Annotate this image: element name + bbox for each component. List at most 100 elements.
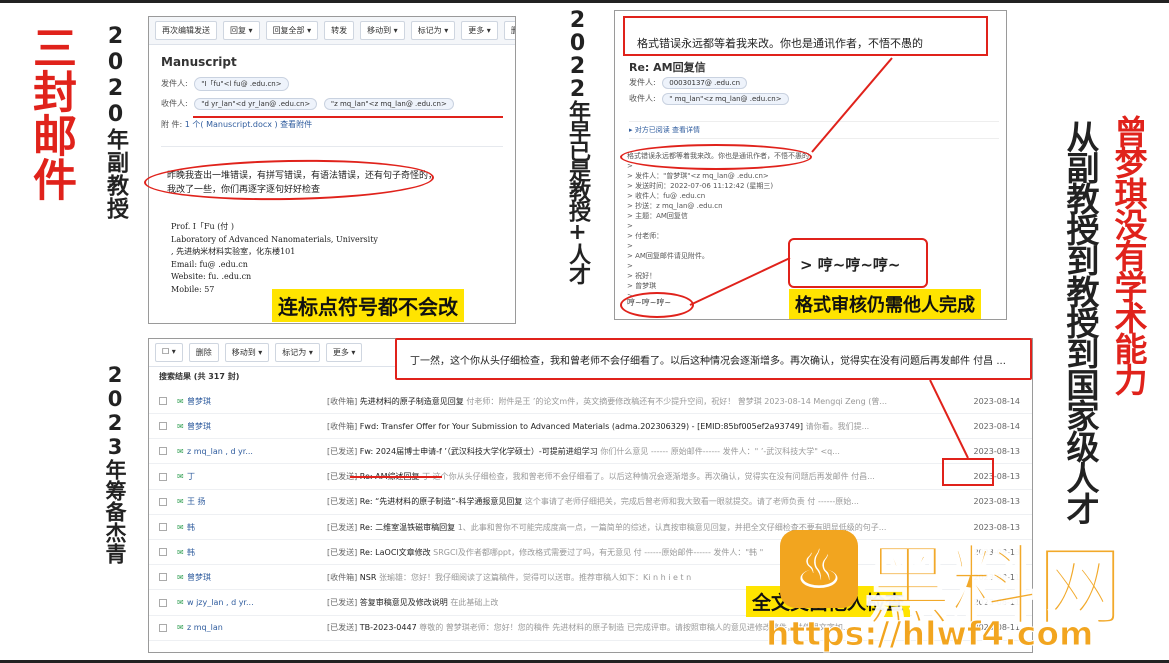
quote-line: > <box>627 242 633 250</box>
email-1-subject: Manuscript <box>161 55 237 69</box>
email-3-date-highlight <box>942 458 994 486</box>
right-black-caption: 从副教授到教授到国家级人才 <box>1056 120 1104 523</box>
email-2-callout-text: > 哼~哼~哼~ <box>800 256 901 274</box>
row-checkbox[interactable] <box>159 573 167 582</box>
email1-toolbar-button[interactable]: 再次编辑发送 <box>155 21 217 40</box>
email3-toolbar-button[interactable]: ☐ ▾ <box>155 343 183 362</box>
quote-line: > 祝好！ <box>627 272 657 280</box>
email3-toolbar-button[interactable]: 标记为 ▾ <box>275 343 320 362</box>
label-2020-text: 2020年副教授 <box>103 24 128 220</box>
email-1-to-chip-1[interactable]: "d yr_lan"<d yr_lan@ .edu.cn> <box>194 98 318 110</box>
left-title-text: 三封邮件 <box>25 25 76 201</box>
row-preview: 张瑜雄：您好！我仔细阅读了这篇稿件，觉得可以送审。推荐审稿人如下：Ki n h … <box>378 572 692 582</box>
watermark-logo-icon: ♨ <box>780 530 858 608</box>
email3-toolbar-button[interactable]: 更多 ▾ <box>325 343 363 362</box>
signature-line: Laboratory of Advanced Nanomaterials, Un… <box>171 234 378 244</box>
quote-line: > 收件人：fu@ .edu.cn <box>627 192 706 200</box>
row-subject-text: Re: LaOCl文章修改 <box>359 547 431 557</box>
row-preview: 你们什么意见 ------ 原始邮件------ 发件人：" ’-武汉科技大学"… <box>600 446 840 456</box>
table-row[interactable]: ✉ z mq_lan , d yr... [已发送] Fw: 2024届博士申请-f… <box>149 439 1032 465</box>
row-subject: [收件箱] Fwd: Transfer Offer for Your Submi… <box>327 421 962 432</box>
row-subject-text: 先进材料的原子制造意见回复 <box>359 396 464 406</box>
email-1-to-row: 收件人: "d yr_lan"<d yr_lan@ .edu.cn> "z mq… <box>149 93 515 115</box>
row-folder: [已发送] <box>327 547 358 557</box>
row-from: 韩 <box>187 547 195 557</box>
mail-icon: ✉ <box>177 623 184 633</box>
email-1-from-label: 发件人: <box>161 79 188 88</box>
table-row[interactable]: ✉ 曾梦琪 [收件箱] 先进材料的原子制造意见回复 付老师：附件是王 ’的论文m件，… <box>149 389 1032 414</box>
email3-toolbar-button[interactable]: 删除 <box>188 343 219 362</box>
row-checkbox[interactable] <box>159 422 167 431</box>
row-subject: [已发送] Fw: 2024届博士申请-f ’（武汉科技大学化学硕士）-可提前进… <box>327 446 962 457</box>
mail-icon: ✉ <box>177 598 184 608</box>
row-checkbox[interactable] <box>159 397 167 405</box>
row-from: w jzy_lan , d yr... <box>187 598 254 608</box>
row-subject-text: 答复审稿意见及修改说明 <box>359 598 448 608</box>
row-date: 2023-08-13 <box>973 446 1021 456</box>
quote-line: > AM回复邮件请见附件。 <box>627 252 709 260</box>
email-1-to-chip-2[interactable]: "z mq_lan"<z mq_lan@ .edu.cn> <box>323 98 454 110</box>
table-row[interactable]: ✉ 曾梦琪 [收件箱] Fwd: Transfer Offer for Your S… <box>149 414 1032 440</box>
row-date: 2023-08-14 <box>973 396 1021 406</box>
row-checkbox[interactable] <box>159 472 167 481</box>
signature-line: Email: fu@ .edu.cn <box>171 259 248 269</box>
row-from: z mq_lan <box>187 623 223 633</box>
row-folder: [已发送] <box>327 446 358 456</box>
signature-line: , 先进纳米材料实验室，化东楼101 <box>171 247 296 256</box>
row-subject: [收件箱] 先进材料的原子制造意见回复 付老师：附件是王 ’的论文m件，英文摘要… <box>327 396 962 407</box>
email1-toolbar-button[interactable]: 移动到 ▾ <box>360 21 405 40</box>
row-subject-text: Re: “先进材料的原子制造”-科学通报意见回复 <box>359 497 523 507</box>
email-2-subject: Re: AM回复信 <box>629 61 706 74</box>
row-subject-text: Re: 二维室温铁磁审稿回复 <box>359 522 456 532</box>
email1-toolbar-button[interactable]: 回复 ▾ <box>223 21 260 40</box>
email-2-collapsed[interactable]: ▸ 对方已阅读 查看详情 <box>629 121 999 139</box>
email1-toolbar-button[interactable]: 更多 ▾ <box>461 21 498 40</box>
email-1-attach-link[interactable]: 1 个( Manuscript.docx ) 查看附件 <box>185 120 312 129</box>
row-checkbox[interactable] <box>159 523 167 531</box>
row-folder: [收件箱] <box>327 421 358 431</box>
email1-toolbar-button[interactable]: 转发 <box>324 21 355 40</box>
row-from: 丁 <box>187 472 195 482</box>
row-subject: [已发送] Re: “先进材料的原子制造”-科学通报意见回复 这个事请了老师仔细… <box>327 496 962 507</box>
mail-icon: ✉ <box>177 396 184 406</box>
table-row[interactable]: ✉ 王 扬 [已发送] Re: “先进材料的原子制造”-科学通报意见回复 这个事请了… <box>149 490 1032 515</box>
email-3-subject-underline <box>350 476 442 478</box>
email1-toolbar-button[interactable]: 标记为 ▾ <box>410 21 456 40</box>
quote-line: > <box>627 262 633 270</box>
email-2-to-chip[interactable]: " mq_lan"<z mq_lan@ .edu.cn> <box>662 93 789 105</box>
row-preview: 这个事请了老师仔细把关，完成后曾老师和我大致看一眼就提交。请了老师负责 付 --… <box>524 497 859 507</box>
row-folder: [收件箱] <box>327 572 358 582</box>
row-from: 韩 <box>187 522 195 532</box>
email-1-from-row: 发件人: "I「fu"<l fu@ .edu.cn> <box>149 75 515 93</box>
signature-line: Website: fu. .edu.cn <box>171 272 252 281</box>
email-3-overlay-quote: 丁一然，这个你从头仔细检查，我和曾老师不会仔细看了。以后这种情况会逐渐增多。再次… <box>410 356 1006 367</box>
signature-line: Prof. I「Fu (付 ) <box>171 222 234 231</box>
row-checkbox[interactable] <box>159 623 167 632</box>
email-1-from-chip[interactable]: "I「fu"<l fu@ .edu.cn> <box>194 77 289 91</box>
email3-toolbar-button[interactable]: 移动到 ▾ <box>224 343 270 362</box>
row-checkbox[interactable] <box>159 548 167 557</box>
watermark-brand: ♨ 黑料网 <box>780 522 1160 639</box>
mail-icon: ✉ <box>177 446 184 456</box>
row-folder: [已发送] <box>327 598 358 608</box>
quote-line: > 付老师： <box>627 232 664 240</box>
left-title: 三封邮件 <box>22 25 78 201</box>
row-checkbox[interactable] <box>159 447 167 456</box>
row-checkbox[interactable] <box>159 598 167 607</box>
row-from: 王 扬 <box>187 497 206 507</box>
row-preview: 请你看。我们提... <box>805 421 870 431</box>
email1-toolbar-button[interactable]: 删除 <box>503 21 515 40</box>
mail-icon: ✉ <box>177 497 184 507</box>
right-red-text: 曾梦琪没有学术能力 <box>1109 115 1148 394</box>
email1-toolbar-button[interactable]: 回复全部 ▾ <box>265 21 319 40</box>
email-2-from-chip[interactable]: 00030137@ .edu.cn <box>662 77 748 89</box>
mail-icon: ✉ <box>177 472 184 482</box>
row-checkbox[interactable] <box>159 497 167 506</box>
table-row[interactable]: ✉丁[已发送] Re: AM综述回复 丁 这个你从头仔细检查，我和曾老师不会仔细… <box>149 465 1032 490</box>
row-folder: [收件箱] <box>327 396 358 406</box>
mail-icon: ✉ <box>177 547 184 557</box>
mail-icon: ✉ <box>177 522 184 532</box>
label-2022-text: 2022年早已是教授+人才 <box>565 8 590 283</box>
row-date: 2023-08-13 <box>973 497 1021 507</box>
row-preview: 在此基础上改 <box>450 598 499 608</box>
